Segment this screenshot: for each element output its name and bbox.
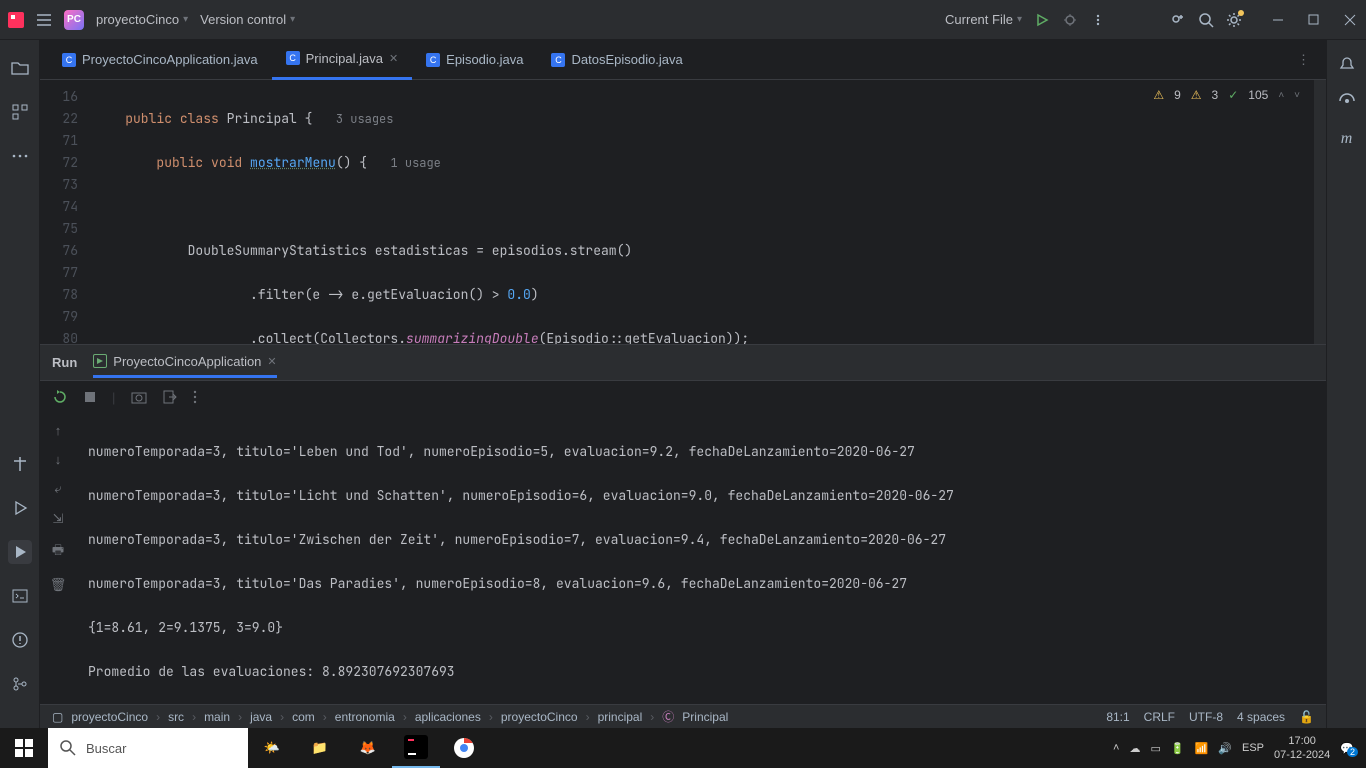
chevron-down-icon[interactable]: ˅: [1294, 90, 1300, 101]
code-content[interactable]: public class Principal { 3 usages public…: [90, 80, 1326, 344]
bookmarks-tool-icon[interactable]: [8, 452, 32, 476]
chevron-up-icon[interactable]: ˄: [1278, 90, 1284, 101]
minimize-icon[interactable]: [1270, 12, 1286, 28]
tray-wifi-icon[interactable]: 📶: [1195, 742, 1209, 755]
tray-meet-icon[interactable]: ▭: [1150, 742, 1160, 755]
scroll-icon[interactable]: ⇲: [53, 511, 64, 527]
stop-icon[interactable]: [84, 391, 96, 403]
check-icon: ✓: [1228, 88, 1238, 102]
more-icon[interactable]: [193, 390, 197, 404]
close-window-icon[interactable]: [1342, 12, 1358, 28]
exit-icon[interactable]: [163, 390, 177, 404]
tray-clock[interactable]: 17:0007-12-2024: [1274, 734, 1330, 762]
screenshot-icon[interactable]: [131, 390, 147, 404]
tray-notifications-icon[interactable]: 💬2: [1340, 742, 1354, 755]
run-panel-label: Run: [52, 355, 77, 370]
close-icon[interactable]: ✕: [389, 52, 398, 65]
code-with-me-icon[interactable]: [1170, 12, 1186, 28]
readonly-icon[interactable]: 🔓: [1299, 710, 1314, 724]
ai-icon[interactable]: [1338, 92, 1356, 110]
system-tray: ˄ ☁ ▭ 🔋 📶 🔊 ESP 17:0007-12-2024 💬2: [1101, 734, 1366, 762]
app-icon[interactable]: [8, 12, 24, 28]
down-icon[interactable]: ↓: [55, 452, 62, 467]
tab-proyecto-application[interactable]: CProyectoCincoApplication.java: [48, 40, 272, 80]
problems-tool-icon[interactable]: [8, 628, 32, 652]
taskbar-app-chrome[interactable]: [440, 728, 488, 768]
indent[interactable]: 4 spaces: [1237, 710, 1285, 724]
code-insights[interactable]: ⚠9 ⚠3 ✓105 ˄ ˅: [1153, 88, 1300, 102]
line-separator[interactable]: CRLF: [1144, 710, 1175, 724]
tab-datos-episodio[interactable]: CDatosEpisodio.java: [537, 40, 696, 80]
tray-onedrive-icon[interactable]: ☁: [1129, 742, 1140, 755]
debug-icon[interactable]: [1062, 12, 1078, 28]
line-gutter: 162271727374757677787980: [40, 80, 90, 344]
windows-taskbar: Buscar 🌤️ 📁 🦊 ˄ ☁ ▭ 🔋 📶 🔊 ESP 17:0007-12…: [0, 728, 1366, 768]
vcs-dropdown[interactable]: Version control▾: [200, 12, 295, 27]
tray-volume-icon[interactable]: 🔊: [1218, 742, 1232, 755]
run-tool-icon[interactable]: [8, 540, 32, 564]
caret-position[interactable]: 81:1: [1106, 710, 1129, 724]
more-icon[interactable]: [1090, 12, 1106, 28]
console-output[interactable]: numeroTemporada=3, titulo='Leben und Tod…: [76, 413, 1326, 704]
taskbar-app-explorer[interactable]: 📁: [296, 728, 344, 768]
start-button[interactable]: [0, 728, 48, 768]
taskbar-app-weather[interactable]: 🌤️: [248, 728, 296, 768]
settings-icon[interactable]: [1226, 12, 1242, 28]
titlebar: PC proyectoCinco▾ Version control▾ Curre…: [0, 0, 1366, 40]
breadcrumb: ▢ proyectoCinco› src› main› java› com› e…: [40, 704, 1326, 728]
notifications-icon[interactable]: [1339, 56, 1355, 72]
services-tool-icon[interactable]: [8, 496, 32, 520]
taskbar-app-intellij[interactable]: [392, 728, 440, 768]
tab-more-icon[interactable]: ⋮: [1289, 52, 1318, 68]
left-toolbar: [0, 40, 40, 728]
up-icon[interactable]: ↑: [55, 423, 62, 438]
terminal-tool-icon[interactable]: [8, 584, 32, 608]
maven-icon[interactable]: m: [1341, 130, 1353, 148]
code-minimap[interactable]: [1314, 80, 1326, 344]
editor-tabs: CProyectoCincoApplication.java CPrincipa…: [40, 40, 1326, 80]
tab-principal[interactable]: CPrincipal.java✕: [272, 40, 413, 80]
folder-icon: ▢: [52, 710, 63, 724]
project-tool-icon[interactable]: [8, 56, 32, 80]
right-toolbar: m: [1326, 40, 1366, 728]
rerun-icon[interactable]: [52, 389, 68, 405]
search-input[interactable]: Buscar: [48, 728, 248, 768]
code-editor[interactable]: 162271727374757677787980 public class Pr…: [40, 80, 1326, 344]
structure-tool-icon[interactable]: [8, 100, 32, 124]
taskbar-app-firefox[interactable]: 🦊: [344, 728, 392, 768]
more-tool-icon[interactable]: [8, 144, 32, 168]
tab-episodio[interactable]: CEpisodio.java: [412, 40, 537, 80]
vcs-tool-icon[interactable]: [8, 672, 32, 696]
tray-chevron-icon[interactable]: ˄: [1113, 742, 1119, 754]
run-side-toolbar: ↑ ↓ ⤶ ⇲ 🖶 🗑: [40, 413, 76, 704]
encoding[interactable]: UTF-8: [1189, 710, 1223, 724]
run-config-tab[interactable]: ProyectoCincoApplication ✕: [93, 348, 276, 378]
hamburger-icon[interactable]: [36, 12, 52, 28]
run-panel: Run ProyectoCincoApplication ✕ | ↑ ↓: [40, 344, 1326, 704]
run-config-dropdown[interactable]: Current File▾: [945, 12, 1022, 27]
project-dropdown[interactable]: proyectoCinco▾: [96, 12, 188, 27]
trash-icon[interactable]: 🗑: [50, 577, 67, 593]
run-icon[interactable]: [1034, 12, 1050, 28]
wrap-icon[interactable]: ⤶: [54, 481, 61, 497]
tray-battery-icon[interactable]: 🔋: [1171, 742, 1185, 755]
project-badge: PC: [64, 10, 84, 30]
close-icon[interactable]: ✕: [267, 355, 276, 368]
search-icon[interactable]: [1198, 12, 1214, 28]
print-icon[interactable]: 🖶: [52, 541, 64, 563]
maximize-icon[interactable]: [1306, 12, 1322, 28]
warning-icon: ⚠: [1191, 88, 1202, 102]
warning-icon: ⚠: [1153, 88, 1164, 102]
run-toolbar: |: [40, 381, 1326, 413]
tray-language[interactable]: ESP: [1242, 742, 1264, 754]
